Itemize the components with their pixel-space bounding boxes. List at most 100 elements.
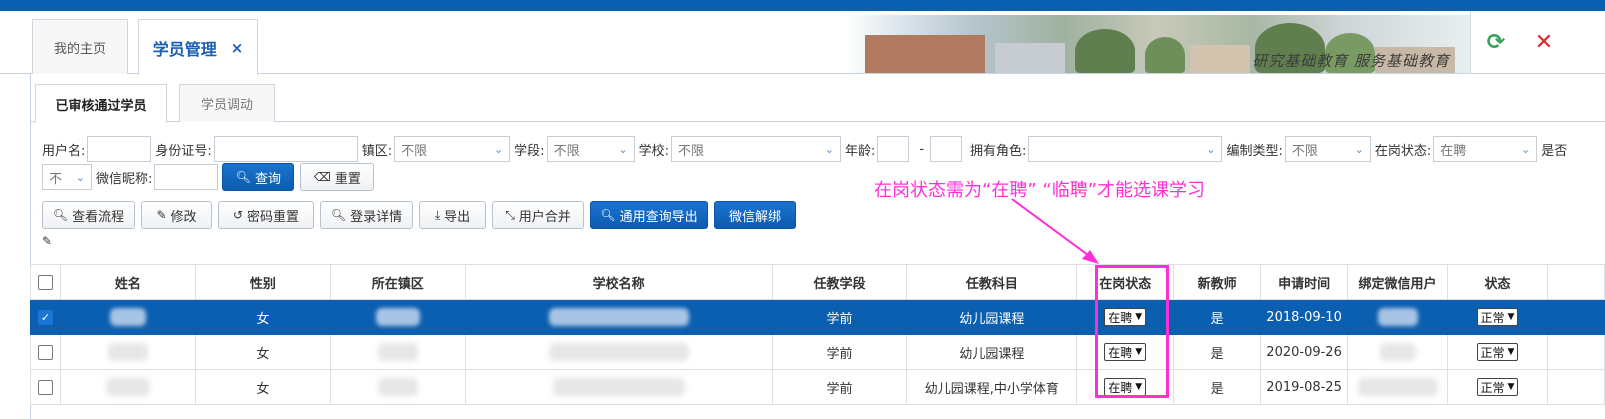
col-apply-date[interactable]: 申请时间 <box>1260 264 1349 300</box>
tab-close-icon[interactable]: × <box>231 39 244 57</box>
subtab-transfer[interactable]: 学员调动 <box>179 84 275 122</box>
redacted-name <box>107 343 148 361</box>
cell-gender: 女 <box>194 369 331 405</box>
stage-value: 不限 <box>553 143 580 159</box>
yesno-value: 不 <box>49 171 63 187</box>
cell-gender: 女 <box>194 299 331 335</box>
job-status-value: 在聘 <box>1440 143 1467 159</box>
search-icon: 🔍︎ <box>330 208 347 222</box>
job-status-value: 在聘 <box>1108 345 1133 360</box>
col-gender[interactable]: 性别 <box>194 264 331 300</box>
col-status[interactable]: 状态 <box>1447 264 1548 300</box>
tab-home[interactable]: 我的主页 <box>32 19 128 74</box>
col-subject[interactable]: 任教科目 <box>906 264 1078 300</box>
tab-student-management[interactable]: 学员管理 × <box>138 19 258 75</box>
staff-type-label: 编制类型: <box>1226 143 1283 159</box>
cell-subject: 幼儿园课程 <box>906 299 1078 335</box>
chevron-down-icon: ▼ <box>1507 382 1515 392</box>
cell-subject: 幼儿园课程,中小学体育 <box>906 369 1078 405</box>
job-status-dropdown[interactable]: 在聘 ▼ <box>1104 308 1147 326</box>
redacted-wechat <box>1379 343 1416 361</box>
more-filter-label: 是否 <box>1541 143 1568 159</box>
yesno-select[interactable]: 不 ⌄ <box>42 164 92 190</box>
status-dropdown[interactable]: 正常 ▼ <box>1476 308 1519 326</box>
job-status-select[interactable]: 在聘 ⌄ <box>1433 136 1538 162</box>
row-checkbox[interactable]: ✓ <box>37 309 53 325</box>
age-label: 年龄: <box>844 143 876 159</box>
redacted-school <box>548 308 689 326</box>
status-value: 正常 <box>1480 345 1505 360</box>
unbind-wechat-button[interactable]: 微信解绑 <box>714 201 796 229</box>
job-status-value: 在聘 <box>1108 310 1133 325</box>
redacted-wechat <box>1377 308 1418 326</box>
cell-stage: 学前 <box>771 369 908 405</box>
reset-password-button[interactable]: ↺ 密码重置 <box>218 201 314 229</box>
header: 我的主页 学员管理 × 研究基础教育 服务基础教育 ⟳ ✕ <box>0 11 1605 75</box>
refresh-icon[interactable]: ⟳ <box>1484 31 1508 55</box>
chevron-down-icon: ▼ <box>1135 347 1143 357</box>
query-button[interactable]: 🔍︎ 查询 <box>222 163 295 191</box>
age-min-input[interactable] <box>877 136 910 162</box>
stage-select[interactable]: 不限 ⌄ <box>546 136 635 162</box>
idcard-input[interactable] <box>213 136 358 162</box>
row-checkbox[interactable] <box>37 344 53 360</box>
export-button[interactable]: ⤓ 导出 <box>419 201 486 229</box>
school-select[interactable]: 不限 ⌄ <box>670 136 841 162</box>
eraser-icon: ⌫ <box>313 170 331 184</box>
close-icon[interactable]: ✕ <box>1532 31 1556 55</box>
student-table: 姓名 性别 所在镇区 学校名称 任教学段 任教科目 在岗状态 新教师 申请时间 … <box>30 264 1605 405</box>
district-select[interactable]: 不限 ⌄ <box>394 136 511 162</box>
redacted-school <box>552 378 685 396</box>
status-value: 正常 <box>1480 310 1505 325</box>
reset-password-label: 密码重置 <box>247 209 300 225</box>
redacted-district <box>377 378 418 396</box>
unbind-wechat-label: 微信解绑 <box>728 209 781 225</box>
job-status-label: 在岗状态: <box>1374 143 1432 159</box>
status-dropdown[interactable]: 正常 ▼ <box>1476 343 1519 361</box>
cell-new-teacher: 是 <box>1173 334 1262 370</box>
table-row[interactable]: 女 学前 幼儿园课程 在聘 ▼ 是 2020-09-26 正常 ▼ <box>30 334 1605 370</box>
col-district[interactable]: 所在镇区 <box>329 264 466 300</box>
col-stage[interactable]: 任教学段 <box>771 264 908 300</box>
redacted-district <box>375 308 420 326</box>
age-max-input[interactable] <box>930 136 963 162</box>
role-select[interactable]: ⌄ <box>1028 136 1223 162</box>
pencil-icon[interactable]: ✎ <box>42 234 52 248</box>
search-icon: 🔍︎ <box>600 208 616 222</box>
col-wechat-user[interactable]: 绑定微信用户 <box>1347 264 1449 300</box>
view-flow-button[interactable]: 🔍︎ 查看流程 <box>42 201 135 229</box>
status-dropdown[interactable]: 正常 ▼ <box>1476 378 1519 396</box>
select-all-checkbox[interactable] <box>37 274 53 290</box>
username-input[interactable] <box>87 136 152 162</box>
pencil-icon: ✎ <box>156 208 167 222</box>
staff-type-select[interactable]: 不限 ⌄ <box>1284 136 1371 162</box>
chevron-down-icon: ⌄ <box>824 142 834 156</box>
col-new-teacher[interactable]: 新教师 <box>1173 264 1262 300</box>
district-value: 不限 <box>401 143 428 159</box>
col-job-status[interactable]: 在岗状态 <box>1076 264 1175 300</box>
cell-stage: 学前 <box>771 334 908 370</box>
edit-button[interactable]: ✎ 修改 <box>141 201 212 229</box>
reset-label: 重置 <box>334 171 361 187</box>
job-status-dropdown[interactable]: 在聘 ▼ <box>1104 378 1147 396</box>
reset-button[interactable]: ⌫ 重置 <box>300 163 375 191</box>
col-name[interactable]: 姓名 <box>59 264 196 300</box>
chevron-down-icon: ▼ <box>1507 347 1515 357</box>
table-row[interactable]: 女 学前 幼儿园课程,中小学体育 在聘 ▼ 是 2019-08-25 正常 ▼ <box>30 369 1605 405</box>
general-export-button[interactable]: 🔍︎ 通用查询导出 <box>590 201 708 229</box>
merge-user-button[interactable]: ⤡ 用户合并 <box>492 201 584 229</box>
select-all-cell[interactable] <box>30 264 61 300</box>
subtab-approved[interactable]: 已审核通过学员 <box>35 84 167 123</box>
job-status-dropdown[interactable]: 在聘 ▼ <box>1104 343 1147 361</box>
export-label: 导出 <box>444 209 471 225</box>
table-row[interactable]: ✓ 女 学前 幼儿园课程 在聘 ▼ 是 2018-09-10 正常 ▼ <box>30 299 1605 335</box>
wechat-input[interactable] <box>154 164 219 190</box>
merge-icon: ⤡ <box>505 207 515 222</box>
view-flow-label: 查看流程 <box>72 209 125 225</box>
row-checkbox[interactable] <box>37 379 53 395</box>
col-school[interactable]: 学校名称 <box>464 264 773 300</box>
chevron-down-icon: ⌄ <box>1206 142 1216 156</box>
top-bar <box>0 0 1605 11</box>
login-detail-button[interactable]: 🔍︎ 登录详情 <box>320 201 413 229</box>
chevron-down-icon: ⌄ <box>75 170 85 184</box>
